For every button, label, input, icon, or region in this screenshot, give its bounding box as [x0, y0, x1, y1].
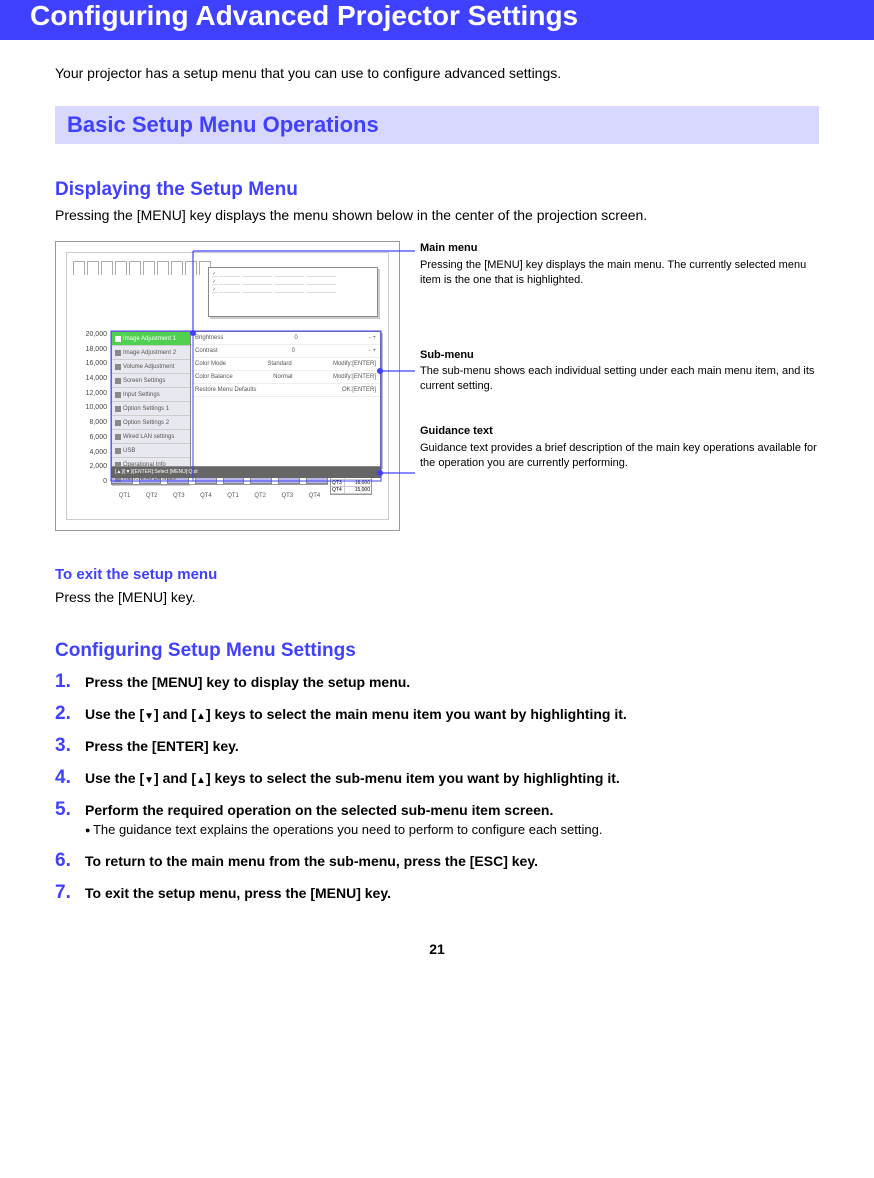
- main-menu-item: Image Adjustment 1: [112, 332, 190, 346]
- main-menu-list: Image Adjustment 1Image Adjustment 2Volu…: [111, 331, 191, 467]
- callouts: Main menu Pressing the [MENU] key displa…: [420, 241, 819, 501]
- background-sheet: ✓ ✓ ✓: [208, 267, 378, 317]
- sub-menu-item: Brightness0- +: [191, 332, 380, 345]
- main-menu-item: Screen Settings: [112, 374, 190, 388]
- displaying-body: Pressing the [MENU] key displays the men…: [55, 207, 819, 223]
- callout-guidance: Guidance text Guidance text provides a b…: [420, 424, 819, 471]
- sub-menu-item: Color ModeStandardModify:[ENTER]: [191, 358, 380, 371]
- main-menu-item: Option Settings 1: [112, 402, 190, 416]
- sub-menu-item: Restore Menu DefaultsOK:[ENTER]: [191, 384, 380, 397]
- main-menu-item: Wired LAN settings: [112, 430, 190, 444]
- page-header: Configuring Advanced Projector Settings: [0, 0, 874, 40]
- step-item: Press the [MENU] key to display the setu…: [55, 674, 819, 690]
- callout-sub-menu: Sub-menu The sub-menu shows each individ…: [420, 348, 819, 395]
- step-item: Perform the required operation on the se…: [55, 802, 819, 837]
- guidance-bar: [▲]/[▼]/[ENTER]:Select [MENU]:Quit: [111, 467, 381, 478]
- screenshot-diagram: ✓ ✓ ✓ 20,00018,00016,00014,00012,00010,0…: [55, 241, 400, 531]
- main-menu-item: Volume Adjustment: [112, 360, 190, 374]
- step-item: Use the [] and [] keys to select the mai…: [55, 706, 819, 722]
- sub-menu-item: Color BalanceNormalModify:[ENTER]: [191, 371, 380, 384]
- page-number: 21: [55, 941, 819, 957]
- page-title: Configuring Advanced Projector Settings: [30, 0, 578, 31]
- steps-list: Press the [MENU] key to display the setu…: [55, 674, 819, 901]
- main-menu-item: Input Settings: [112, 388, 190, 402]
- exit-body: Press the [MENU] key.: [55, 589, 819, 605]
- exit-heading: To exit the setup menu: [55, 566, 819, 583]
- main-menu-item: USB: [112, 444, 190, 458]
- diagram-section: ✓ ✓ ✓ 20,00018,00016,00014,00012,00010,0…: [55, 241, 819, 531]
- configuring-heading: Configuring Setup Menu Settings: [55, 640, 819, 662]
- page-content: Your projector has a setup menu that you…: [0, 40, 874, 997]
- projector-menu: Image Adjustment 1Image Adjustment 2Volu…: [111, 331, 381, 467]
- step-item: To return to the main menu from the sub-…: [55, 853, 819, 869]
- callout-main-menu: Main menu Pressing the [MENU] key displa…: [420, 241, 819, 288]
- step-item: Press the [ENTER] key.: [55, 738, 819, 754]
- intro-text: Your projector has a setup menu that you…: [55, 65, 819, 81]
- step-item: Use the [] and [] keys to select the sub…: [55, 770, 819, 786]
- main-menu-item: Image Adjustment 2: [112, 346, 190, 360]
- section-banner: Basic Setup Menu Operations: [55, 106, 819, 144]
- sub-menu-list: Brightness0- +Contrast0- +Color ModeStan…: [191, 331, 381, 467]
- displaying-heading: Displaying the Setup Menu: [55, 179, 819, 201]
- main-menu-item: Option Settings 2: [112, 416, 190, 430]
- step-item: To exit the setup menu, press the [MENU]…: [55, 885, 819, 901]
- sub-menu-item: Contrast0- +: [191, 345, 380, 358]
